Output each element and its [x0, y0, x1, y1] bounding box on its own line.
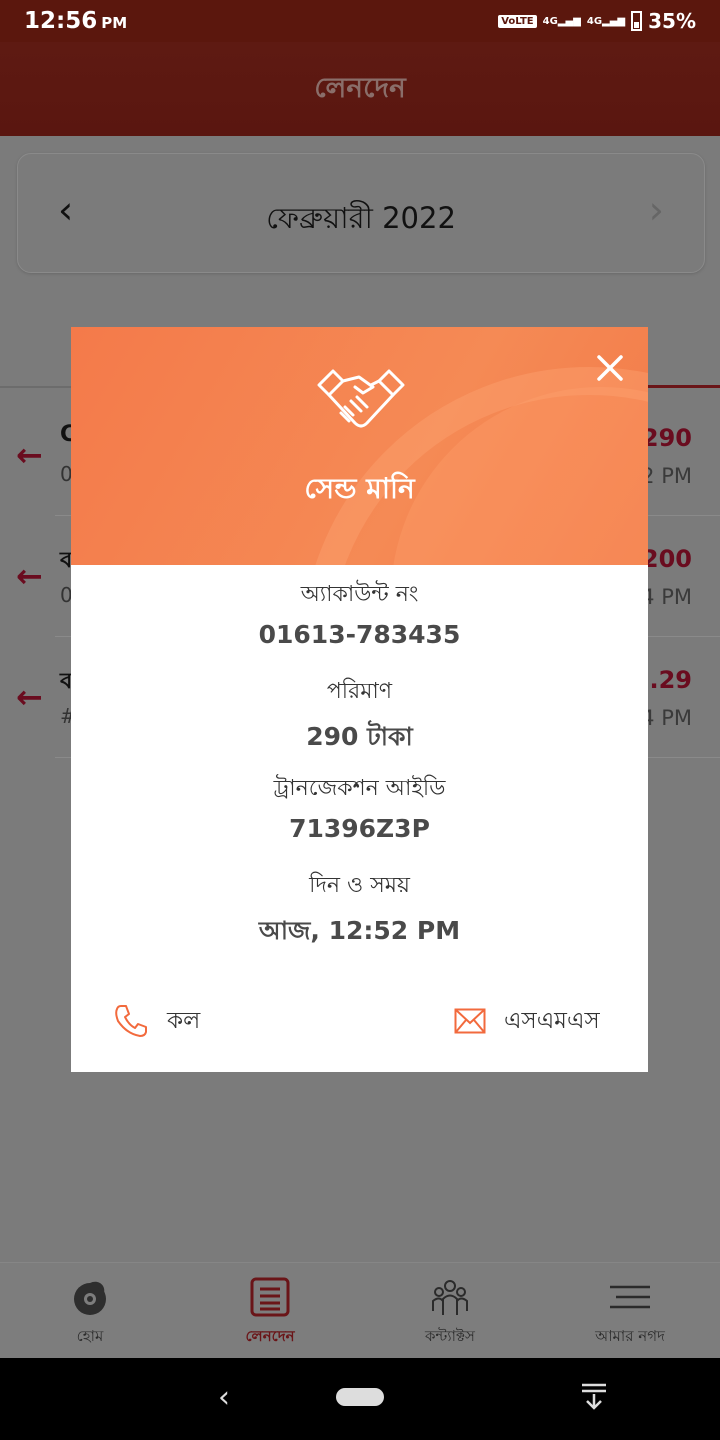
- arrow-left-icon: ←: [16, 436, 43, 474]
- chevron-right-icon[interactable]: ›: [649, 188, 664, 232]
- amount-value: 290 টাকা: [306, 722, 413, 751]
- transaction-id-label: ট্রানজেকশন আইডি: [273, 776, 446, 801]
- transaction-amount: 290: [641, 424, 692, 452]
- nav-item-contacts[interactable]: কন্ট্যাক্টস: [360, 1263, 540, 1359]
- system-nav-bar: ‹: [0, 1358, 720, 1440]
- mail-icon: [454, 1008, 486, 1034]
- phone-icon: [115, 1005, 147, 1037]
- nav-label: আমার নগদ: [595, 1327, 665, 1345]
- home-icon: [74, 1281, 106, 1315]
- arrow-left-icon: ←: [16, 557, 43, 595]
- battery-icon: [631, 11, 643, 31]
- network-type-1: 4G: [542, 15, 558, 27]
- back-icon[interactable]: ‹: [218, 1380, 230, 1415]
- transaction-amount: 200: [641, 545, 692, 573]
- handshake-icon: [317, 369, 405, 428]
- home-pill-icon[interactable]: [336, 1388, 384, 1406]
- app-header: লেনদেন: [0, 42, 720, 136]
- arrow-left-icon: ←: [16, 678, 43, 716]
- transaction-time: 4 PM: [641, 585, 692, 609]
- transaction-detail-modal: সেন্ড মানি অ্যাকাউন্ট নং 01613-783435 পর…: [71, 327, 648, 1072]
- transaction-time: 2 PM: [641, 464, 692, 488]
- nav-item-my-nagad[interactable]: আমার নগদ: [540, 1263, 720, 1359]
- amount-label: পরিমাণ: [326, 679, 393, 704]
- clock-ampm: PM: [101, 14, 128, 32]
- status-bar: 12:56 PM VoLTE 4G▂▄▆ 4G▂▄▆ 35%: [0, 0, 720, 42]
- volte-badge: VoLTE: [498, 14, 537, 28]
- call-label: কল: [167, 1007, 201, 1034]
- sms-button[interactable]: এসএমএস: [454, 999, 600, 1043]
- bottom-nav: হোম লেনদেন কন্ট্যাক্টস আমার নগদ: [0, 1262, 720, 1359]
- network-type-2: 4G: [586, 15, 603, 27]
- transaction-time: 4 PM: [641, 706, 692, 730]
- signal-icon-2: 4G▂▄▆: [586, 15, 626, 27]
- nav-label: লেনদেন: [245, 1327, 295, 1345]
- menu-icon: [610, 1285, 650, 1309]
- transaction-id-value: 71396Z3P: [289, 814, 430, 843]
- close-icon[interactable]: [593, 351, 627, 385]
- contacts-icon: [432, 1280, 468, 1315]
- transactions-icon: [250, 1277, 290, 1317]
- call-button[interactable]: কল: [113, 999, 200, 1043]
- month-label: ফেব্রুয়ারী 2022: [266, 201, 456, 235]
- battery-level: 35%: [648, 9, 696, 33]
- nav-item-home[interactable]: হোম: [0, 1263, 180, 1359]
- signal-icon: 4G▂▄▆: [542, 15, 581, 27]
- nav-label: হোম: [76, 1327, 104, 1345]
- account-number-label: অ্যাকাউন্ট নং: [300, 582, 419, 607]
- modal-header: সেন্ড মানি: [71, 327, 648, 565]
- page-title: লেনদেন: [314, 70, 406, 104]
- notification-pull-icon[interactable]: [580, 1382, 608, 1412]
- modal-title: সেন্ড মানি: [304, 472, 415, 505]
- status-time: 12:56 PM: [24, 8, 127, 34]
- clock-time: 12:56: [24, 8, 98, 34]
- datetime-label: দিন ও সময়: [309, 873, 410, 898]
- nav-label: কন্ট্যাক্টস: [425, 1327, 475, 1345]
- sms-label: এসএমএস: [504, 1007, 600, 1034]
- status-indicators: VoLTE 4G▂▄▆ 4G▂▄▆ 35%: [498, 9, 696, 33]
- month-selector: ‹ ফেব্রুয়ারী 2022 ›: [17, 153, 705, 273]
- datetime-value: আজ, 12:52 PM: [258, 916, 461, 945]
- account-number-value: 01613-783435: [258, 620, 461, 649]
- nav-item-transactions[interactable]: লেনদেন: [180, 1263, 360, 1359]
